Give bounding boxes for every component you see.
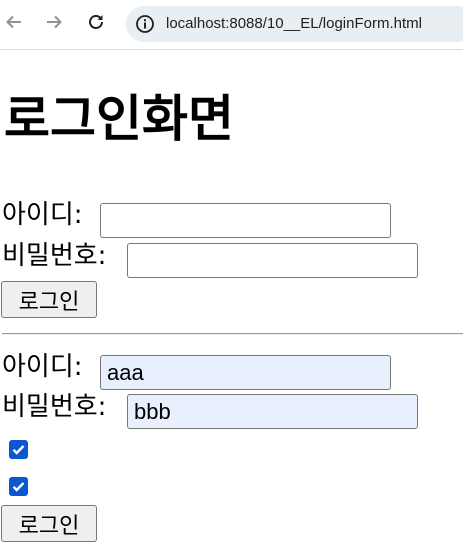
browser-toolbar: localhost:8088/10__EL/loginForm.html — [0, 0, 463, 50]
checkbox-1[interactable] — [9, 440, 28, 459]
password-input-2[interactable] — [127, 394, 418, 429]
id-input[interactable] — [100, 203, 391, 238]
password-label-2: 비밀번호: — [2, 392, 107, 422]
reload-icon — [87, 12, 105, 36]
back-button[interactable] — [2, 12, 26, 36]
url-text[interactable]: localhost:8088/10__EL/loginForm.html — [166, 15, 422, 32]
checkbox-2[interactable] — [9, 477, 28, 496]
site-info-icon[interactable] — [135, 14, 155, 34]
checkmark-icon — [9, 481, 28, 500]
id-input-2[interactable] — [100, 355, 391, 390]
reload-button[interactable] — [84, 12, 108, 36]
id-label: 아이디: — [2, 200, 83, 230]
login-button-2[interactable]: 로그인 — [1, 505, 97, 542]
checkmark-icon — [9, 444, 28, 463]
address-bar[interactable]: localhost:8088/10__EL/loginForm.html — [126, 6, 463, 42]
divider — [2, 333, 463, 335]
arrow-right-icon — [45, 12, 63, 36]
id-label-2: 아이디: — [2, 352, 83, 382]
arrow-left-icon — [5, 12, 23, 36]
password-input[interactable] — [127, 243, 418, 278]
login-button[interactable]: 로그인 — [1, 281, 97, 318]
page-title: 로그인화면 — [4, 90, 234, 148]
password-label: 비밀번호: — [2, 241, 107, 271]
forward-button[interactable] — [42, 12, 66, 36]
